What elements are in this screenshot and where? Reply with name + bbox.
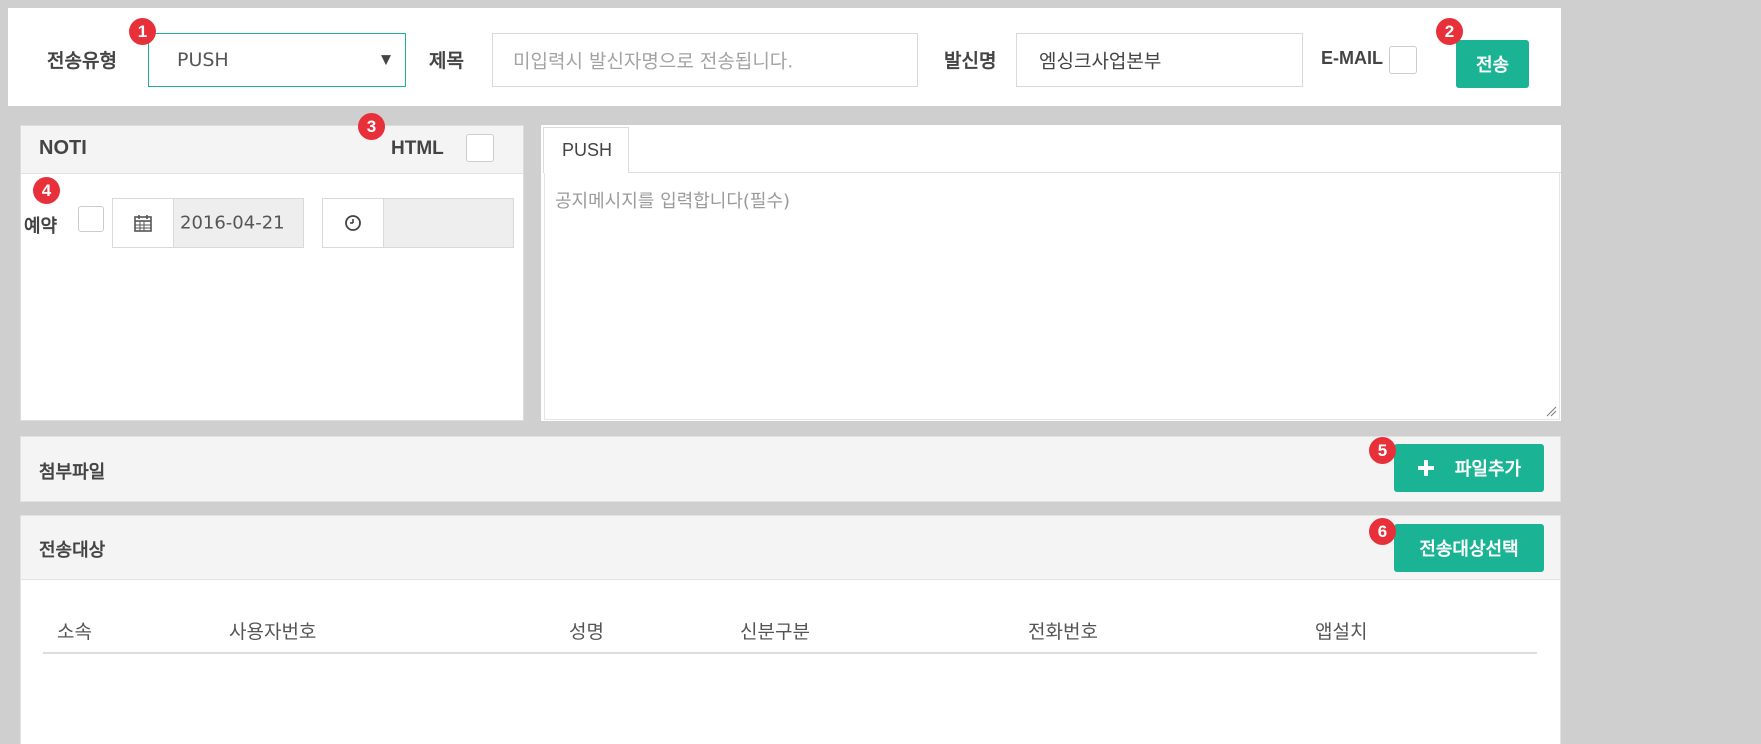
- badge-1: 1: [129, 18, 156, 45]
- noti-header: [21, 126, 523, 174]
- send-type-label: 전송유형: [47, 50, 117, 72]
- noti-title: NOTI: [39, 137, 87, 159]
- col-affiliation: 소속: [57, 621, 92, 643]
- col-app-installed: 앱설치: [1315, 621, 1368, 643]
- title-placeholder: 미입력시 발신자명으로 전송됩니다.: [513, 50, 794, 73]
- plus-icon: [1417, 460, 1434, 476]
- attachment-bar: [20, 436, 1561, 502]
- badge-2: 2: [1436, 18, 1463, 45]
- col-phone: 전화번호: [1028, 621, 1098, 643]
- calendar-icon: [134, 215, 152, 232]
- push-tab[interactable]: PUSH: [543, 127, 629, 173]
- badge-4: 4: [33, 177, 60, 204]
- push-message-textarea[interactable]: 공지메시지를 입력합니다(필수): [544, 173, 1560, 420]
- clock-icon: [345, 215, 361, 231]
- email-label: E-MAIL: [1321, 48, 1383, 68]
- recipients-title: 전송대상: [39, 540, 106, 561]
- date-value-box: 2016-04-21: [174, 199, 303, 247]
- title-input[interactable]: 미입력시 발신자명으로 전송됩니다.: [492, 33, 918, 87]
- frame-right-edge: [1561, 0, 1761, 744]
- send-button[interactable]: 전송: [1456, 40, 1529, 88]
- attachment-title: 첨부파일: [39, 462, 106, 483]
- chevron-down-icon: ▼: [381, 52, 391, 68]
- col-user-number: 사용자번호: [229, 621, 317, 643]
- date-picker[interactable]: 2016-04-21: [112, 198, 304, 248]
- push-message-placeholder: 공지메시지를 입력합니다(필수): [555, 191, 791, 212]
- sender-input[interactable]: 엠싱크사업본부: [1016, 33, 1303, 87]
- select-recipients-button[interactable]: 전송대상선택: [1394, 524, 1544, 572]
- email-checkbox[interactable]: [1389, 46, 1417, 74]
- time-value-box: [384, 199, 513, 247]
- badge-3: 3: [358, 113, 385, 140]
- badge-6: 6: [1369, 518, 1396, 545]
- badge-5: 5: [1369, 437, 1396, 464]
- send-type-select[interactable]: PUSH ▼: [148, 33, 406, 87]
- add-file-label: 파일추가: [1454, 459, 1522, 480]
- add-file-button[interactable]: 파일추가: [1394, 444, 1544, 492]
- send-type-value: PUSH: [177, 49, 229, 71]
- html-label: HTML: [391, 138, 444, 159]
- col-status: 신분구분: [740, 621, 810, 643]
- html-checkbox[interactable]: [466, 134, 494, 162]
- sender-value: 엠싱크사업본부: [1039, 50, 1162, 73]
- title-label: 제목: [429, 50, 464, 72]
- table-header-divider: [43, 652, 1537, 654]
- reserve-label: 예약: [24, 216, 58, 237]
- calendar-addon: [113, 199, 174, 247]
- time-picker[interactable]: [322, 198, 514, 248]
- date-value: 2016-04-21: [180, 212, 285, 234]
- recipients-header: [21, 516, 1560, 580]
- reserve-checkbox[interactable]: [78, 206, 104, 232]
- push-tab-label: PUSH: [562, 140, 613, 160]
- clock-addon: [323, 199, 384, 247]
- sender-label: 발신명: [944, 50, 997, 72]
- col-name: 성명: [569, 621, 604, 643]
- resize-handle-icon[interactable]: [1545, 405, 1557, 417]
